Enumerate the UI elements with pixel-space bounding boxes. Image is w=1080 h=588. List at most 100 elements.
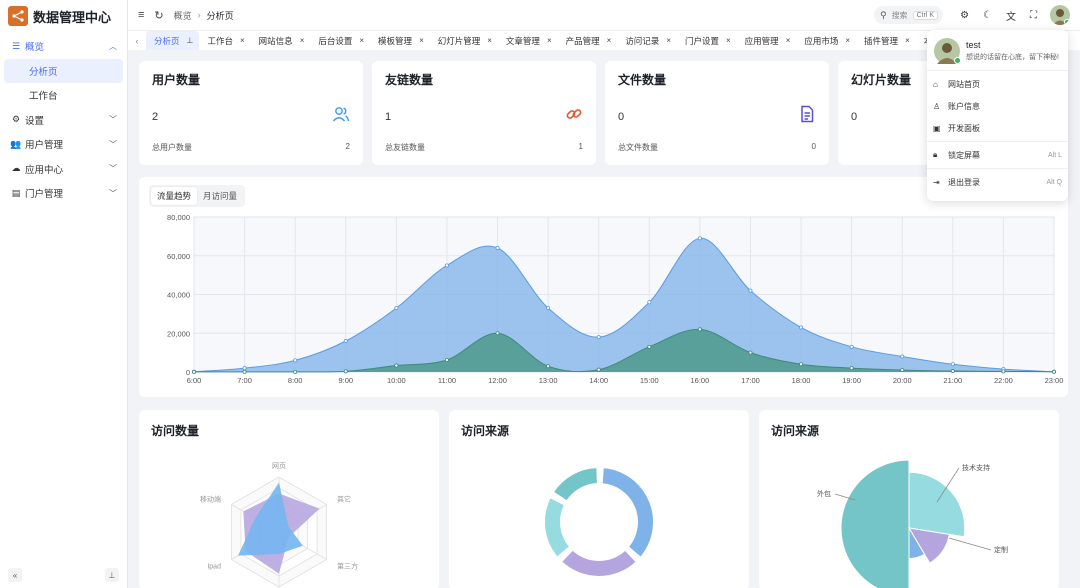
pin-icon[interactable]: ⊥ xyxy=(187,36,194,45)
rose-card: 外包 定制 技术支持 访问来源 xyxy=(759,410,1059,588)
data-point[interactable] xyxy=(293,369,298,374)
tab-analysis[interactable]: 分析页 ⊥ xyxy=(146,31,200,50)
data-point[interactable] xyxy=(900,368,905,373)
settings-icon[interactable]: ⚙ xyxy=(960,10,969,21)
data-point[interactable] xyxy=(647,300,652,305)
search-button[interactable]: ⚲ 搜索 Ctrl K xyxy=(873,6,944,24)
sidebar-item-settings[interactable]: ⚙ 设置 ﹀ xyxy=(0,108,127,133)
data-point[interactable] xyxy=(394,306,399,311)
rose-slice[interactable] xyxy=(908,471,966,538)
data-point[interactable] xyxy=(242,369,247,374)
tab-app-market[interactable]: 应用市场 × xyxy=(796,31,856,50)
tab-app-management[interactable]: 应用管理 × xyxy=(737,31,797,50)
close-icon[interactable]: × xyxy=(607,36,612,45)
close-icon[interactable]: × xyxy=(905,36,910,45)
data-point[interactable] xyxy=(546,364,551,369)
data-point[interactable] xyxy=(1001,369,1006,374)
collapse-sidebar-icon[interactable]: « xyxy=(8,568,22,582)
data-point[interactable] xyxy=(849,366,854,371)
data-point[interactable] xyxy=(495,331,500,336)
sidebar-item-users[interactable]: 👥 用户管理 ﹀ xyxy=(0,132,127,157)
data-point[interactable] xyxy=(444,357,449,362)
data-point[interactable] xyxy=(444,263,449,268)
data-point[interactable] xyxy=(950,362,955,367)
avatar[interactable] xyxy=(1050,5,1070,25)
data-point[interactable] xyxy=(748,288,753,293)
data-point[interactable] xyxy=(242,366,247,371)
menu-toggle-icon[interactable]: ≡ xyxy=(138,9,144,21)
data-point[interactable] xyxy=(293,358,298,363)
close-icon[interactable]: × xyxy=(240,36,245,45)
tab-workbench[interactable]: 工作台 × xyxy=(199,31,250,50)
data-point[interactable] xyxy=(647,344,652,349)
rose-slice[interactable] xyxy=(840,459,910,588)
data-point[interactable] xyxy=(799,362,804,367)
x-tick-label: 19:00 xyxy=(842,376,861,385)
data-point[interactable] xyxy=(1052,369,1057,374)
data-point[interactable] xyxy=(950,369,955,374)
data-point[interactable] xyxy=(799,325,804,330)
data-point[interactable] xyxy=(596,367,601,372)
donut-slice[interactable] xyxy=(559,548,638,578)
close-icon[interactable]: × xyxy=(786,36,791,45)
close-icon[interactable]: × xyxy=(726,36,731,45)
donut-slice[interactable] xyxy=(600,466,655,559)
chevron-left-icon[interactable]: ‹ xyxy=(128,36,146,46)
tab-site-info[interactable]: 网站信息 × xyxy=(251,31,311,50)
close-icon[interactable]: × xyxy=(666,36,671,45)
data-point[interactable] xyxy=(900,354,905,359)
translate-icon[interactable]: 文 xyxy=(1006,8,1016,23)
tab-visits[interactable]: 访问记录 × xyxy=(617,31,677,50)
moon-icon[interactable]: ☾ xyxy=(983,10,992,21)
menu-item-lock-screen[interactable]: 🔒︎ 锁定屏幕 Alt L xyxy=(927,144,1068,166)
card-title: 访问来源 xyxy=(461,424,510,438)
sidebar-item-label: 概览 xyxy=(25,42,45,54)
data-point[interactable] xyxy=(697,327,702,332)
sidebar-item-overview[interactable]: ☰ 概览 ︿ xyxy=(0,34,127,59)
sidebar-subitem-analysis[interactable]: 分析页 xyxy=(4,58,123,83)
data-point[interactable] xyxy=(343,369,348,374)
tab-templates[interactable]: 模板管理 × xyxy=(370,31,430,50)
data-point[interactable] xyxy=(849,344,854,349)
data-point[interactable] xyxy=(596,335,601,340)
menu-item-home[interactable]: ⌂ 网站首页 xyxy=(927,73,1068,95)
close-icon[interactable]: × xyxy=(547,36,552,45)
data-point[interactable] xyxy=(343,338,348,343)
tab-plugins[interactable]: 插件管理 × xyxy=(856,31,916,50)
tab-portal-settings[interactable]: 门户设置 × xyxy=(677,31,737,50)
data-point[interactable] xyxy=(192,369,197,374)
close-icon[interactable]: × xyxy=(359,36,364,45)
data-point[interactable] xyxy=(495,246,500,251)
close-icon[interactable]: × xyxy=(300,36,305,45)
close-icon[interactable]: × xyxy=(419,36,424,45)
data-point[interactable] xyxy=(748,350,753,355)
pin-icon[interactable]: ⊥ xyxy=(105,568,119,582)
x-tick-label: 13:00 xyxy=(539,376,558,385)
tab-traffic-trend[interactable]: 流量趋势 xyxy=(151,187,198,205)
breadcrumb-item[interactable]: 概览 xyxy=(174,9,192,22)
menu-item-account[interactable]: ♙ 账户信息 xyxy=(927,95,1068,117)
tab-products[interactable]: 产品管理 × xyxy=(558,31,618,50)
sidebar-item-apps[interactable]: ☁ 应用中心 ﹀ xyxy=(0,157,127,182)
tab-admin-settings[interactable]: 后台设置 × xyxy=(310,31,370,50)
data-point[interactable] xyxy=(697,236,702,241)
online-status-dot xyxy=(954,57,961,64)
sidebar-subitem-workbench[interactable]: 工作台 xyxy=(4,83,123,108)
tab-slides[interactable]: 幻灯片管理 × xyxy=(430,31,498,50)
y-tick-label: 80,000 xyxy=(167,213,190,222)
menu-item-dev-panel[interactable]: ▣ 开发面板 xyxy=(927,117,1068,139)
home-icon: ⌂ xyxy=(933,79,938,89)
menu-item-logout[interactable]: ⇥ 退出登录 Alt Q xyxy=(927,171,1068,193)
fullscreen-icon[interactable]: ⛶ xyxy=(1030,10,1037,21)
donut-slice[interactable] xyxy=(551,466,599,503)
close-icon[interactable]: × xyxy=(487,36,492,45)
data-point[interactable] xyxy=(394,363,399,368)
close-icon[interactable]: × xyxy=(845,36,850,45)
brand[interactable]: 数据管理中心 xyxy=(0,1,127,31)
tab-articles[interactable]: 文章管理 × xyxy=(498,31,558,50)
tab-monthly-visits[interactable]: 月访问量 xyxy=(197,187,243,205)
sidebar-item-portal[interactable]: ▤ 门户管理 ﹀ xyxy=(0,181,127,206)
data-point[interactable] xyxy=(546,306,551,311)
refresh-icon[interactable]: ↻ xyxy=(154,9,163,22)
donut-slice[interactable] xyxy=(543,495,572,559)
